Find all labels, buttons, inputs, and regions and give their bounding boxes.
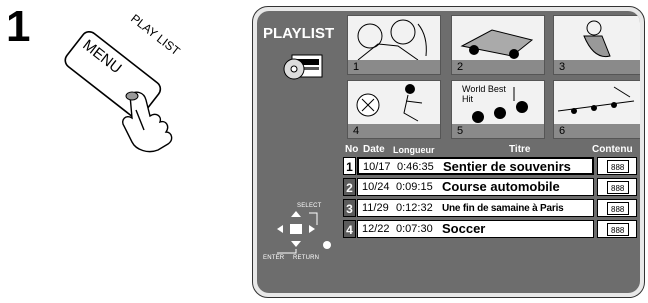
col-length: Longueur [393, 145, 435, 155]
screen-title: PLAYLIST [263, 25, 335, 42]
content-icon-3[interactable]: 888 [597, 199, 637, 217]
table-row[interactable]: 3 11/29 0:12:32 Une fin de samaine à Par… [343, 199, 594, 217]
playlist-screen: PLAYLIST 1 2 3 4 World Best Hit 5 6 No D… [257, 11, 640, 293]
return-label: RETURN [293, 255, 320, 261]
svg-text:888: 888 [611, 226, 625, 235]
dpad-icon [277, 211, 331, 254]
thumbnail-4[interactable]: 4 [347, 80, 441, 139]
content-icon-1[interactable]: 888 [597, 157, 637, 175]
col-content: Contenu [592, 144, 633, 155]
col-date: Date [363, 144, 385, 155]
svg-text:888: 888 [611, 163, 625, 172]
svg-text:888: 888 [611, 184, 625, 193]
table-row[interactable]: 1 10/17 0:46:35 Sentier de souvenirs [343, 157, 594, 175]
thumbnail-3[interactable]: 3 [553, 15, 640, 75]
thumbnail-6[interactable]: 6 [553, 80, 640, 139]
col-title: Titre [509, 144, 531, 155]
disc-icon [282, 51, 324, 81]
nav-legend: SELECT ENTER RETURN [263, 201, 343, 261]
enter-label: ENTER [263, 255, 285, 261]
content-icon-4[interactable]: 888 [597, 220, 637, 238]
playlist-arc-label: PLAY LIST [128, 11, 183, 58]
thumbnail-1[interactable]: 1 [347, 15, 441, 75]
content-icon-2[interactable]: 888 [597, 178, 637, 196]
thumbnail-5[interactable]: World Best Hit 5 [451, 80, 545, 139]
col-no: No [345, 144, 359, 155]
remote-menu-illustration: MENU PLAY LIST [40, 0, 240, 170]
svg-text:888: 888 [611, 205, 625, 214]
step-number: 1 [6, 2, 31, 51]
thumbnail-2[interactable]: 2 [451, 15, 545, 75]
table-row[interactable]: 4 12/22 0:07:30 Soccer [343, 220, 594, 238]
table-row[interactable]: 2 10/24 0:09:15 Course automobile [343, 178, 594, 196]
